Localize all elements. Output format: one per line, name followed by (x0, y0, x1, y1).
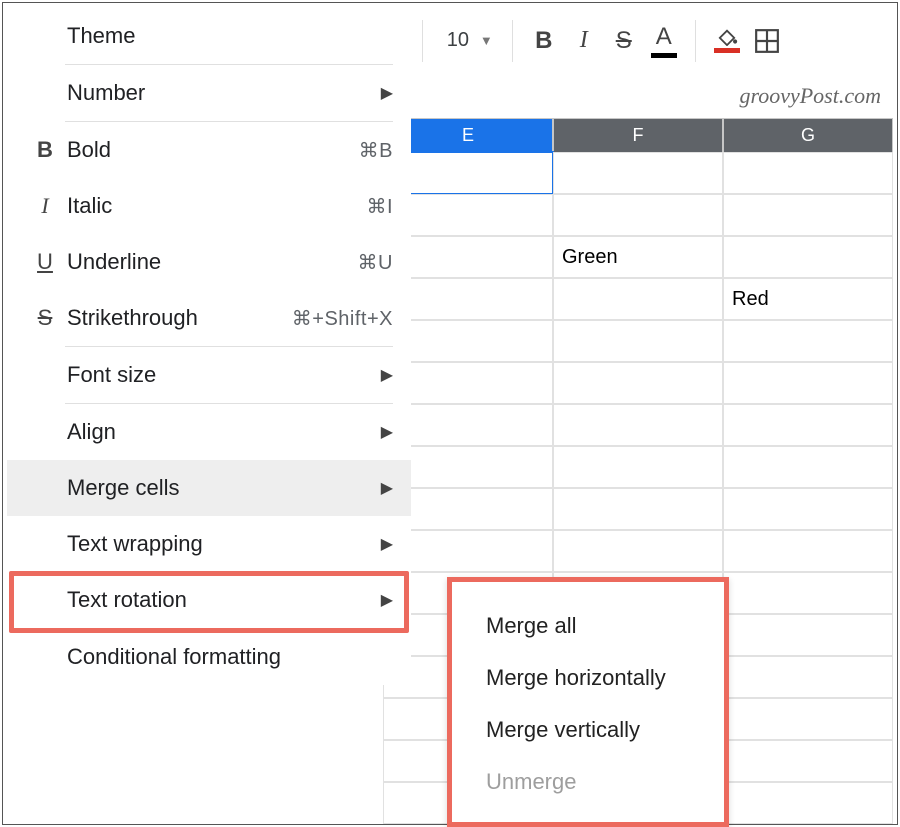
submenu-arrow-icon: ▶ (381, 534, 393, 554)
submenu-arrow-icon: ▶ (381, 478, 393, 498)
menu-item-strikethrough[interactable]: S Strikethrough ⌘+Shift+X (7, 290, 411, 346)
menu-item-text-rotation[interactable]: Text rotation ▶ (7, 572, 411, 628)
menu-item-number[interactable]: Number ▶ (7, 65, 411, 121)
toolbar-separator (422, 20, 423, 62)
chevron-down-icon: ▼ (480, 33, 493, 48)
cell[interactable] (723, 740, 893, 782)
italic-icon: I (25, 193, 65, 219)
cell[interactable] (723, 572, 893, 614)
cell[interactable] (723, 488, 893, 530)
underline-icon: U (25, 249, 65, 275)
cell[interactable] (553, 530, 723, 572)
font-size-value: 10 (442, 29, 474, 52)
menu-item-text-wrapping[interactable]: Text wrapping ▶ (7, 516, 411, 572)
cell[interactable] (553, 488, 723, 530)
submenu-merge-horizontally[interactable]: Merge horizontally (452, 652, 724, 704)
column-header-g[interactable]: G (723, 118, 893, 152)
borders-button[interactable] (747, 28, 787, 54)
merge-cells-submenu: Merge all Merge horizontally Merge verti… (447, 577, 729, 827)
submenu-merge-all[interactable]: Merge all (452, 600, 724, 652)
bold-button[interactable]: B (524, 27, 564, 55)
cell-g4[interactable]: Red (723, 278, 893, 320)
cell[interactable] (723, 362, 893, 404)
cell[interactable] (723, 698, 893, 740)
cell-f1[interactable] (553, 152, 723, 194)
cell[interactable] (723, 530, 893, 572)
menu-item-bold[interactable]: B Bold ⌘B (7, 122, 411, 178)
fill-color-button[interactable] (707, 28, 747, 53)
cell[interactable] (723, 782, 893, 824)
menu-item-conditional-formatting[interactable]: Conditional formatting (7, 629, 411, 685)
cell[interactable] (553, 320, 723, 362)
menu-item-italic[interactable]: I Italic ⌘I (7, 178, 411, 234)
submenu-arrow-icon: ▶ (381, 590, 393, 610)
cell-g3[interactable] (723, 236, 893, 278)
submenu-arrow-icon: ▶ (381, 365, 393, 385)
italic-button[interactable]: I (564, 27, 604, 54)
strikethrough-button[interactable]: S (604, 27, 644, 55)
cell-g2[interactable] (723, 194, 893, 236)
cell-g1[interactable] (723, 152, 893, 194)
cell-f4[interactable] (553, 278, 723, 320)
cell[interactable] (723, 404, 893, 446)
cell[interactable] (723, 320, 893, 362)
toolbar-separator (695, 20, 696, 62)
text-color-button[interactable]: A (644, 23, 684, 58)
borders-icon (754, 28, 780, 54)
attribution-watermark: groovyPost.com (739, 83, 881, 109)
menu-item-align[interactable]: Align ▶ (7, 404, 411, 460)
menu-item-theme[interactable]: Theme (7, 8, 411, 64)
bold-icon: B (25, 137, 65, 163)
cell[interactable] (553, 446, 723, 488)
menu-item-underline[interactable]: U Underline ⌘U (7, 234, 411, 290)
submenu-arrow-icon: ▶ (381, 422, 393, 442)
cell[interactable] (553, 362, 723, 404)
cell[interactable] (723, 446, 893, 488)
submenu-arrow-icon: ▶ (381, 83, 393, 103)
strikethrough-icon: S (25, 305, 65, 331)
format-menu: Theme Number ▶ B Bold ⌘B I Italic ⌘I U U… (7, 8, 411, 685)
cell[interactable] (553, 404, 723, 446)
menu-item-merge-cells[interactable]: Merge cells ▶ (7, 460, 411, 516)
column-header-f[interactable]: F (553, 118, 723, 152)
cell[interactable] (723, 614, 893, 656)
menu-item-font-size[interactable]: Font size ▶ (7, 347, 411, 403)
cell-f2[interactable] (553, 194, 723, 236)
cell-f3[interactable]: Green (553, 236, 723, 278)
font-size-dropdown[interactable]: 10 ▼ (434, 29, 501, 52)
cell[interactable] (723, 656, 893, 698)
paint-bucket-icon (716, 28, 738, 46)
toolbar-separator (512, 20, 513, 62)
toolbar: ▼ 10 ▼ B I S A (398, 18, 892, 63)
submenu-unmerge: Unmerge (452, 756, 724, 808)
submenu-merge-vertically[interactable]: Merge vertically (452, 704, 724, 756)
